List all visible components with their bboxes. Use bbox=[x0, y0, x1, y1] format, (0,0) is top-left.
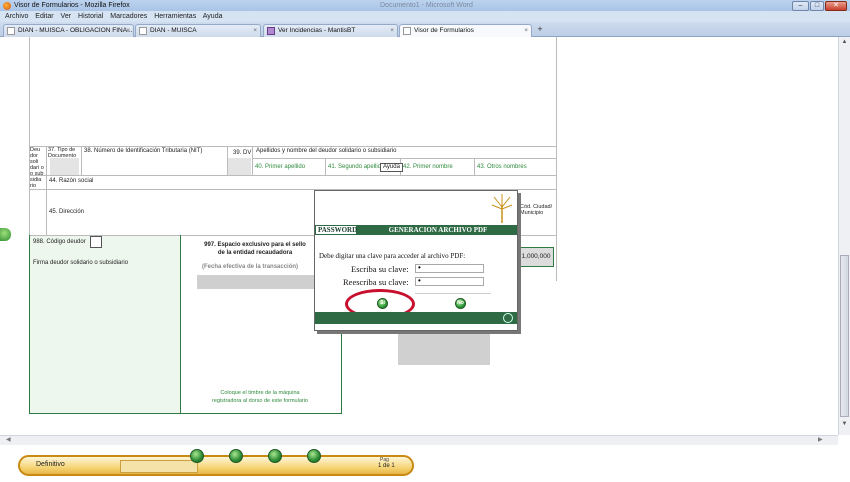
field-37-label: 37. Tipo de Documento bbox=[48, 147, 77, 159]
field-41-label: 41. Segundo apellido bbox=[328, 164, 385, 170]
tab-dian-obligacion[interactable]: DIAN - MUISCA - OBLIGACION FINA... × bbox=[3, 24, 134, 37]
new-tab-button[interactable]: + bbox=[534, 24, 546, 35]
mode-label: Definitivo bbox=[36, 461, 65, 468]
firefox-icon bbox=[3, 2, 11, 10]
horizontal-scrollbar[interactable]: ◀ ▶ bbox=[0, 435, 838, 445]
field-43-label: 43. Otros nombres bbox=[477, 164, 527, 170]
field-988-label: 988. Código deudor bbox=[33, 239, 86, 245]
tab-close-icon[interactable]: × bbox=[126, 25, 130, 37]
fecha-label: (Fecha efectiva de la transacción) bbox=[202, 264, 299, 270]
clave-input[interactable]: • bbox=[415, 264, 484, 273]
tab-mantis[interactable]: Ver Incidencias - MantisBT × bbox=[263, 24, 398, 37]
firma-label: Firma deudor solidario o subsidiario bbox=[33, 260, 129, 266]
dian-logo-icon bbox=[491, 194, 513, 223]
minimize-button[interactable]: – bbox=[792, 1, 809, 11]
codigo-deudor-input[interactable] bbox=[90, 236, 102, 248]
clave-label: Escriba su clave: bbox=[351, 264, 409, 274]
tab-label: DIAN - MUISCA - OBLIGACION FINA... bbox=[18, 27, 133, 34]
page-icon bbox=[7, 27, 15, 35]
check-icon[interactable] bbox=[307, 449, 321, 463]
confirm-si-button[interactable]: Si bbox=[377, 298, 388, 309]
field-40-label: 40. Primer apellido bbox=[255, 164, 306, 170]
dialog-header: PASSWORD GENERACION ARCHIVO PDF bbox=[315, 225, 517, 235]
field-42-label: 42. Primer nombre bbox=[403, 164, 453, 170]
tab-close-icon[interactable]: × bbox=[253, 25, 257, 37]
edit-icon[interactable] bbox=[268, 449, 282, 463]
apellidos-label: Apellidos y nombre del deudor solidario … bbox=[256, 148, 397, 154]
field-44-label: 44. Razón social bbox=[49, 178, 94, 184]
cancel-no-button[interactable]: No bbox=[455, 298, 466, 309]
window-title: Visor de Formularios - Mozilla Firefox bbox=[14, 2, 130, 9]
tab-visor-formularios[interactable]: Visor de Formularios × bbox=[399, 24, 532, 38]
save-icon[interactable] bbox=[190, 449, 204, 463]
page-icon bbox=[403, 27, 411, 35]
menu-bar: Archivo Editar Ver Historial Marcadores … bbox=[0, 11, 850, 22]
reescriba-label: Reescriba su clave: bbox=[343, 277, 409, 287]
tab-bar: DIAN - MUISCA - OBLIGACION FINA... × DIA… bbox=[0, 22, 850, 38]
ayuda-tooltip: Ayuda bbox=[380, 163, 403, 172]
tab-dian-muisca[interactable]: DIAN - MUISCA × bbox=[135, 24, 261, 37]
menu-ayuda[interactable]: Ayuda bbox=[203, 13, 223, 20]
dialog-instruction: Debe digitar una clave para acceder al a… bbox=[319, 252, 466, 260]
background-window-title: Documento1 - Microsoft Word bbox=[380, 2, 473, 9]
cod-ciudad-label: Cód. Ciudad/ Municipio bbox=[520, 204, 553, 216]
collapse-arrow-icon[interactable] bbox=[0, 228, 11, 241]
tab-label: Visor de Formularios bbox=[414, 27, 474, 34]
field-997-title: 997. Espacio exclusivo para el sello de … bbox=[204, 242, 306, 256]
maximize-button[interactable]: □ bbox=[810, 1, 824, 11]
viewer-control-bar: Definitivo Pag 1 de 1 bbox=[18, 455, 414, 476]
page-indicator: 1 de 1 bbox=[378, 463, 395, 469]
menu-editar[interactable]: Editar bbox=[35, 13, 53, 20]
menu-ver[interactable]: Ver bbox=[61, 13, 72, 20]
mantis-icon bbox=[267, 27, 275, 35]
vertical-scrollbar[interactable]: ▲ ▼ bbox=[838, 37, 850, 435]
menu-historial[interactable]: Historial bbox=[78, 13, 103, 20]
password-dialog: PASSWORD GENERACION ARCHIVO PDF Debe dig… bbox=[314, 190, 518, 331]
tab-close-icon[interactable]: × bbox=[524, 25, 528, 37]
scroll-thumb[interactable] bbox=[840, 255, 849, 417]
dialog-footer bbox=[315, 312, 517, 324]
password-header-label: PASSWORD bbox=[315, 225, 357, 235]
field-45-label: 45. Dirección bbox=[49, 209, 85, 215]
refresh-icon[interactable] bbox=[503, 313, 513, 323]
window-titlebar: Visor de Formularios - Mozilla Firefox D… bbox=[0, 0, 850, 11]
tab-close-icon[interactable]: × bbox=[390, 25, 394, 37]
timbre-label: Coloque el timbre de la máquina registra… bbox=[212, 390, 308, 404]
close-button[interactable]: ✕ bbox=[825, 1, 847, 11]
page-icon bbox=[139, 27, 147, 35]
tab-label: Ver Incidencias - MantisBT bbox=[278, 27, 356, 34]
menu-herramientas[interactable]: Herramientas bbox=[154, 13, 196, 20]
dialog-title: GENERACION ARCHIVO PDF bbox=[388, 226, 488, 234]
field-39-label: 39. DV bbox=[233, 150, 252, 156]
pdf-icon[interactable] bbox=[229, 449, 243, 463]
field-38-label: 38. Número de Identificación Tributaria … bbox=[84, 148, 203, 154]
amount-field: 1,000,000 bbox=[518, 247, 554, 267]
deudor-side-label: Deu dor soli dari o o sub sidia rio bbox=[30, 147, 44, 189]
menu-marcadores[interactable]: Marcadores bbox=[110, 13, 147, 20]
tab-label: DIAN - MUISCA bbox=[150, 27, 197, 34]
reescriba-input[interactable]: • bbox=[415, 277, 484, 286]
menu-archivo[interactable]: Archivo bbox=[5, 13, 28, 20]
